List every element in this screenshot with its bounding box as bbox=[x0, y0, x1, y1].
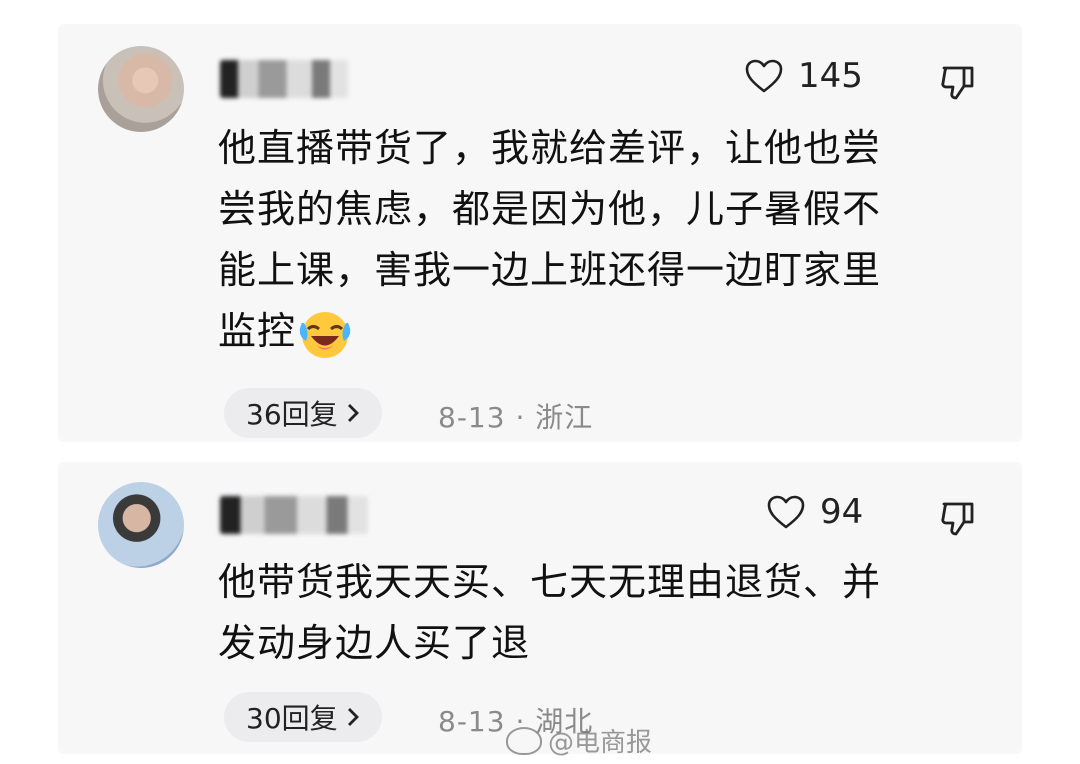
comment-text: 他直播带货了，我就给差评，让他也尝 尝我的焦虑，都是因为他，儿子暑假不 能上课，… bbox=[218, 118, 978, 362]
replies-label: 36回复 bbox=[246, 398, 338, 431]
watermark-text: @电商报 bbox=[548, 728, 653, 758]
comment-line: 发动身边人买了退 bbox=[218, 621, 531, 665]
username-blurred[interactable] bbox=[220, 60, 348, 98]
comment-text: 他带货我天天买、七天无理由退货、并 发动身边人买了退 bbox=[218, 552, 978, 674]
comment-line: 尝我的焦虑，都是因为他，儿子暑假不 bbox=[218, 187, 882, 231]
replies-button[interactable]: 30回复 bbox=[224, 692, 382, 742]
like-button[interactable]: 94 bbox=[766, 492, 863, 532]
watermark: @电商报 bbox=[506, 722, 652, 759]
comment-line: 他带货我天天买、七天无理由退货、并 bbox=[218, 560, 882, 604]
thumbs-down-icon[interactable] bbox=[938, 62, 978, 102]
replies-label: 30回复 bbox=[246, 702, 338, 735]
thumbs-down-icon[interactable] bbox=[938, 498, 978, 538]
replies-button[interactable]: 36回复 bbox=[224, 388, 382, 438]
comment-line: 他直播带货了，我就给差评，让他也尝 bbox=[218, 126, 882, 170]
chevron-right-icon bbox=[347, 708, 359, 726]
username-blurred[interactable] bbox=[220, 496, 368, 534]
comment-line: 监控 bbox=[218, 301, 978, 362]
comment-meta: 8-13 · 浙江 bbox=[438, 401, 594, 434]
comment-line-text: 监控 bbox=[218, 309, 297, 353]
chevron-right-icon bbox=[347, 404, 359, 422]
avatar[interactable] bbox=[98, 482, 184, 568]
weibo-icon bbox=[506, 726, 542, 755]
comment-line: 能上课，害我一边上班还得一边盯家里 bbox=[218, 248, 882, 292]
heart-icon bbox=[767, 495, 805, 529]
like-count: 94 bbox=[820, 492, 864, 532]
like-count: 145 bbox=[798, 56, 863, 96]
avatar[interactable] bbox=[98, 46, 184, 132]
like-button[interactable]: 145 bbox=[744, 56, 863, 96]
laughing-crying-emoji bbox=[299, 311, 351, 358]
heart-icon bbox=[745, 59, 783, 93]
